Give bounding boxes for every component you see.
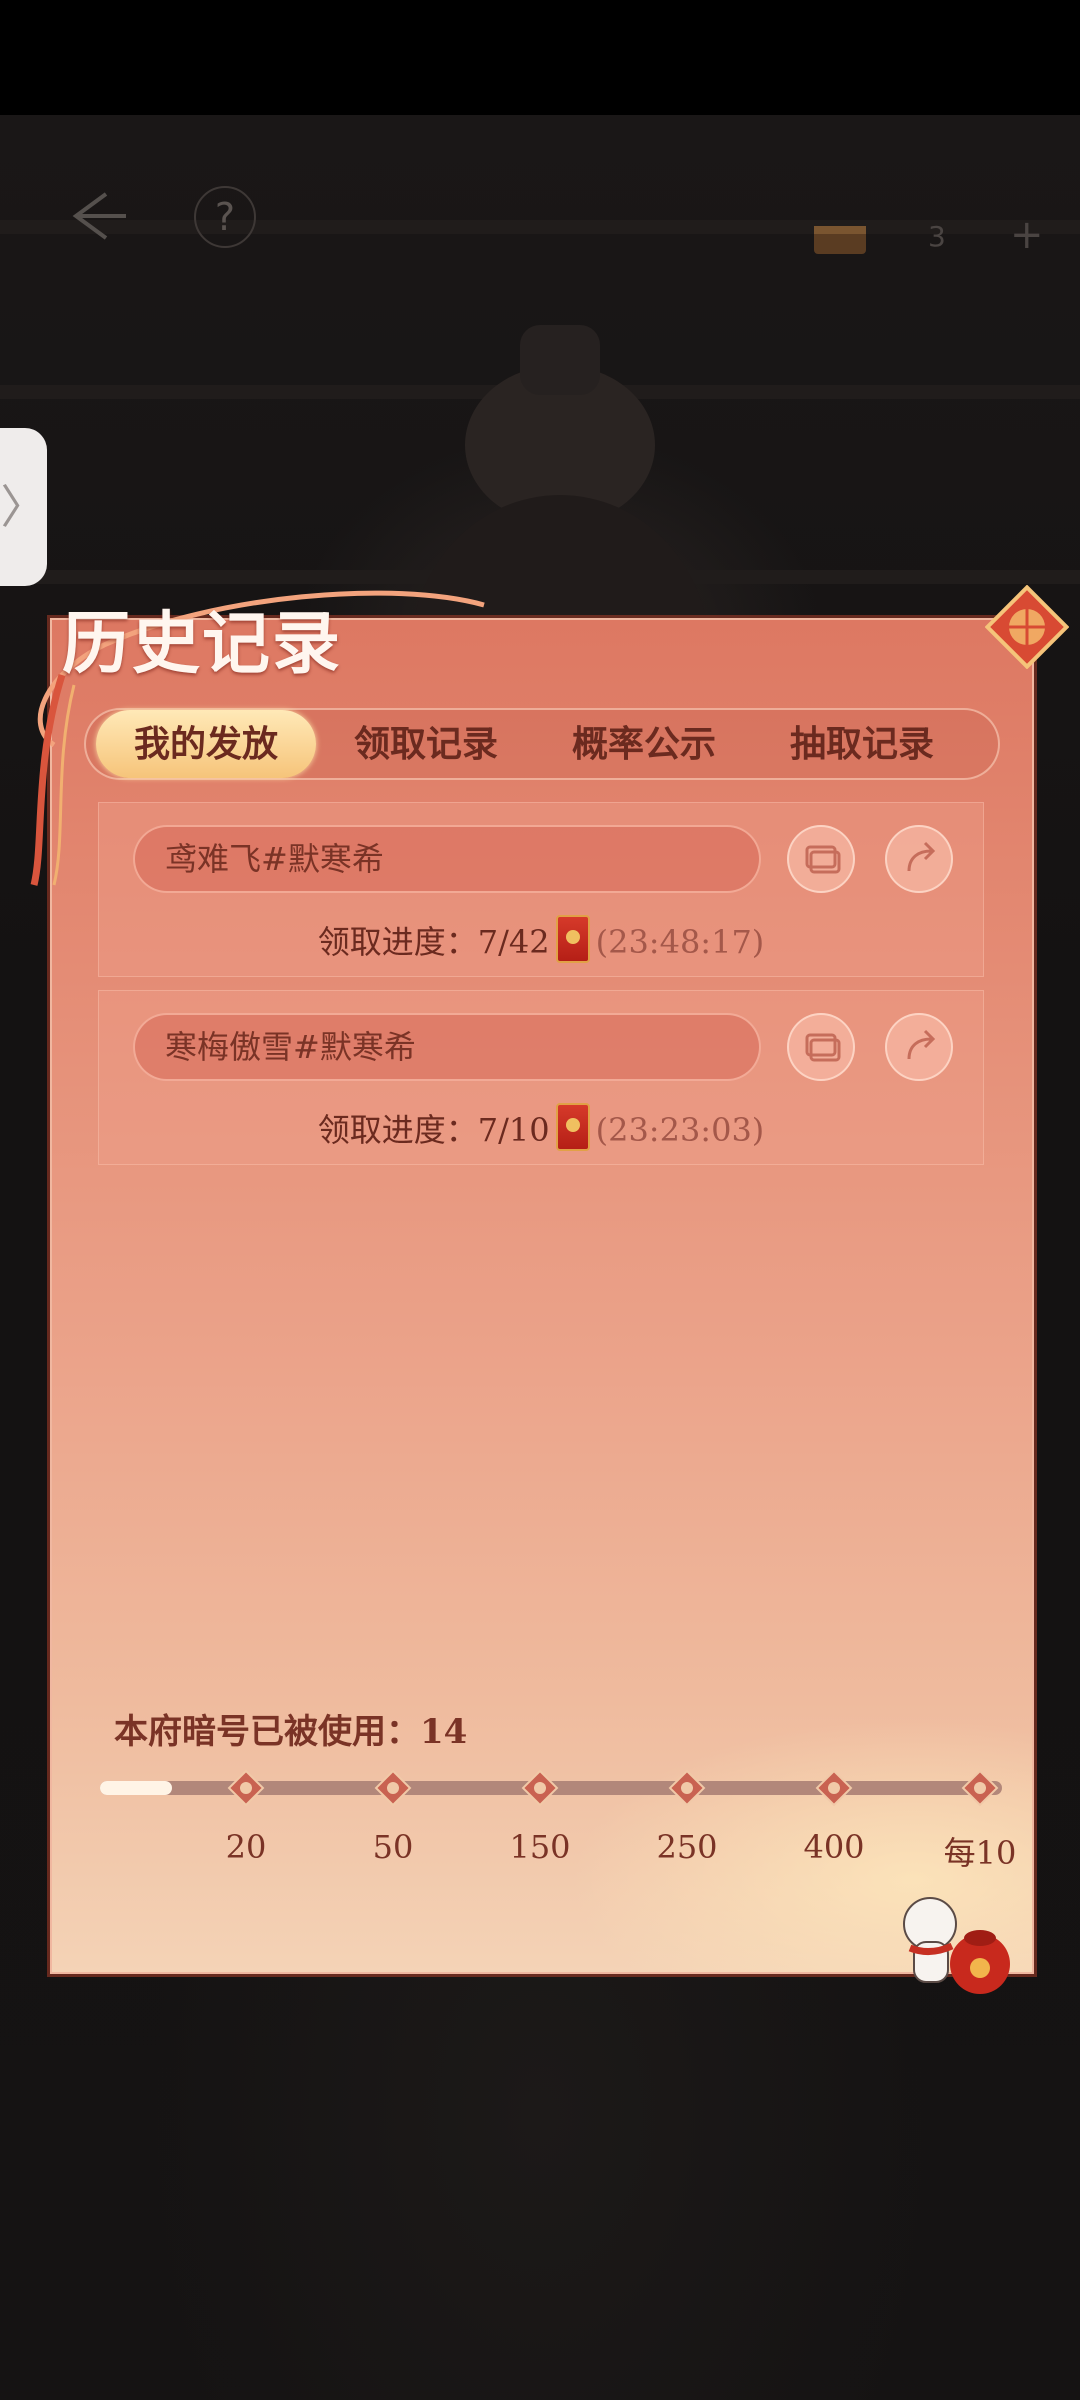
share-icon <box>907 841 936 872</box>
copy-button[interactable] <box>787 825 855 893</box>
panel-title: 历史记录 <box>62 604 343 684</box>
treasure-chest-icon <box>814 226 866 254</box>
share-button[interactable] <box>885 1013 953 1081</box>
record-progress: 领取进度：7/10 (23:23:03) <box>99 1103 983 1151</box>
copy-button[interactable] <box>787 1013 855 1081</box>
list-item: 鸢难飞#默寒希 领取进度：7/42 (23:48:17) <box>98 802 984 977</box>
milestone-label: 50 <box>372 1828 414 1866</box>
milestone-label: 250 <box>656 1828 718 1866</box>
milestone-label: 每10 <box>943 1834 1017 1872</box>
milestone-reward-icon[interactable] <box>960 1768 1000 1808</box>
milestone-label: 150 <box>509 1828 571 1866</box>
tab-bar: 我的发放 领取记录 概率公示 抽取记录 <box>84 708 1000 780</box>
copy-icon <box>805 1033 841 1062</box>
red-envelope-icon <box>555 915 590 963</box>
milestone-reward-icon[interactable] <box>373 1768 413 1808</box>
status-bar <box>0 0 1080 115</box>
milestone-label: 20 <box>225 1828 267 1866</box>
list-item: 寒梅傲雪#默寒希 领取进度：7/10 (23:23:03) <box>98 990 984 1165</box>
record-name: 寒梅傲雪#默寒希 <box>133 1013 761 1081</box>
tab-claim-records[interactable]: 领取记录 <box>326 710 526 778</box>
share-icon <box>907 1029 936 1060</box>
tab-draw-records[interactable]: 抽取记录 <box>762 710 962 778</box>
share-button[interactable] <box>885 825 953 893</box>
record-name: 鸢难飞#默寒希 <box>133 825 761 893</box>
record-progress: 领取进度：7/42 (23:48:17) <box>99 915 983 963</box>
emblem-icon <box>985 585 1069 669</box>
copy-icon <box>805 845 841 874</box>
milestone-progress-fill <box>100 1781 172 1795</box>
milestone-reward-icon[interactable] <box>520 1768 560 1808</box>
milestone-reward-icon[interactable] <box>226 1768 266 1808</box>
password-usage-text: 本府暗号已被使用：14 <box>114 1712 468 1752</box>
milestone-label: 400 <box>803 1828 865 1866</box>
tab-my-issued[interactable]: 我的发放 <box>96 710 316 778</box>
milestone-reward-icon[interactable] <box>814 1768 854 1808</box>
mascot-icon <box>903 1897 1010 1994</box>
side-expand-tab[interactable]: 〉 <box>0 428 47 586</box>
milestone-reward-icon[interactable] <box>667 1768 707 1808</box>
help-button[interactable]: ? <box>194 186 256 248</box>
tab-probability[interactable]: 概率公示 <box>544 710 744 778</box>
currency-value: 3 <box>928 220 946 253</box>
add-currency-button[interactable]: + <box>1010 212 1044 258</box>
back-arrow-icon[interactable] <box>70 188 130 244</box>
red-envelope-icon <box>555 1103 590 1151</box>
